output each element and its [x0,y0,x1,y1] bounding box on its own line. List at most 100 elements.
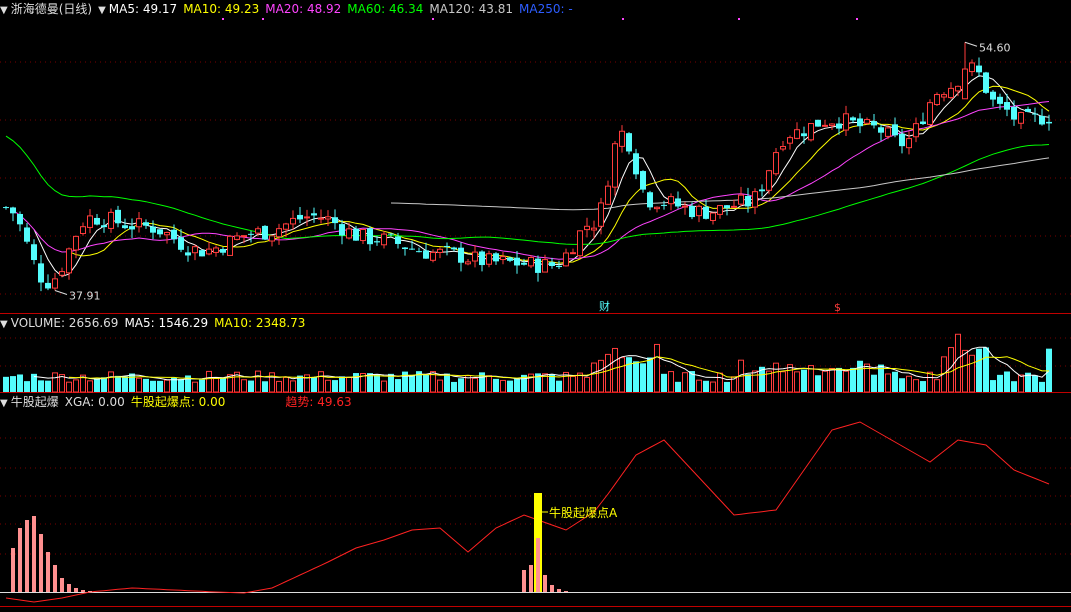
collapse-triangle-icon[interactable]: ▼ [0,319,8,330]
volume-bar [703,380,709,392]
candle-body [157,229,163,235]
xga-value: XGA: 0.00 [64,395,125,409]
volume-bar [626,357,632,392]
candle-body [31,244,37,261]
candle-body [549,262,555,266]
volume-bar [661,373,667,392]
candle-body [185,252,191,256]
candle-body [115,209,121,224]
candle-body [696,205,702,217]
volume-bar [906,375,912,393]
volume-bar [955,333,961,393]
candle-body [710,212,716,221]
volume-bar [143,378,149,392]
chart-canvas[interactable]: 牛股起爆点A 54.60 37.91 财 $ [0,0,1071,612]
candle [640,170,646,193]
volume-bar [850,367,856,392]
candle [507,256,513,263]
candle [486,250,492,268]
collapse-triangle-icon[interactable]: ▼ [98,5,106,16]
candle-body [717,205,723,215]
finance-marker: 财 [599,299,610,313]
candle-body [325,216,331,220]
candle-body [213,247,219,253]
volume-bar [178,379,184,392]
candle-body [122,225,128,229]
candle-body [59,271,65,276]
candle [80,222,86,236]
candle-body [1046,121,1052,124]
volume-bar [500,379,506,393]
candle [290,210,296,230]
candle-body [584,225,590,231]
volume-bar [262,381,268,392]
candle-body [38,263,44,283]
volume-bar [773,362,779,393]
candle-body [206,248,212,255]
candle [185,246,191,262]
candle-body [724,205,730,209]
candle-body [591,227,597,231]
candle-body [605,185,611,205]
candle-body [416,251,422,253]
candlesticks[interactable] [3,42,1052,292]
candle [703,199,709,220]
candle [717,205,723,219]
volume-bar [990,380,996,392]
xga-bar [564,591,568,592]
top-dot-marker [856,18,858,20]
ma120-value: MA120: 43.81 [429,2,514,16]
candle-body [178,237,184,250]
candle [122,218,128,230]
volume-bar [493,378,499,392]
candle-body [24,227,30,242]
candle [647,190,653,211]
candle-body [444,245,450,247]
candle-body [1018,112,1024,124]
candle-body [808,123,814,141]
volume-bar [997,374,1003,392]
volume-bar [1032,375,1038,392]
collapse-triangle-icon[interactable]: ▼ [0,398,8,409]
candle [500,251,506,265]
candle [752,188,758,215]
candle [213,245,219,257]
volume-bar [605,353,611,393]
volume-bar [675,381,681,392]
candle [710,212,716,225]
candle [535,255,541,282]
candle-body [339,224,345,236]
volume-bar [353,373,359,392]
candle [1004,93,1010,117]
candle [108,208,114,233]
candle-body [52,278,58,289]
candle-body [675,198,681,207]
candle-body [899,133,905,147]
candle-body [864,119,870,124]
candle [101,219,107,233]
volume-bar [437,379,443,393]
candle-body [17,213,23,225]
candle-body [472,251,478,262]
volume-bar [213,377,219,393]
volume-bar [892,371,898,392]
volume-bar [1011,381,1017,392]
candle [437,247,443,259]
candle-body [514,257,520,266]
volume-ma5-value: MA5: 1546.29 [124,316,209,330]
candle [794,122,800,140]
candle-body [780,146,786,150]
candle-body [661,204,667,206]
candle-body [955,85,961,92]
ma5-line [33,75,1050,277]
candle-body [843,113,849,131]
candle-body [668,196,674,205]
candle [808,123,814,142]
candle [311,207,317,223]
volume-bar [1004,371,1010,392]
candle [199,249,205,257]
collapse-triangle-icon[interactable]: ▼ [0,5,8,16]
candle-body [836,123,842,129]
candle-body [787,137,793,144]
volume-bar [38,380,44,392]
